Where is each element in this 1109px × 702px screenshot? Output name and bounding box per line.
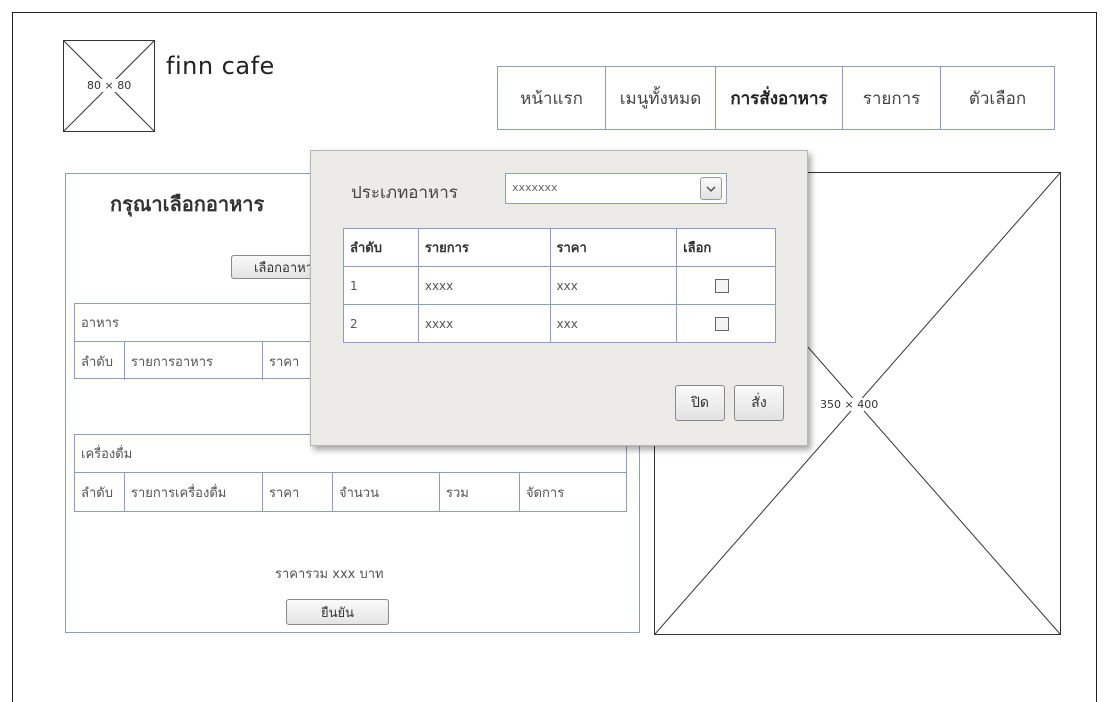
drink-col-price: ราคา (263, 473, 333, 511)
checkbox-icon[interactable] (715, 316, 730, 331)
table-row: 2 xxxx xxx (343, 304, 776, 343)
drink-col-no: ลำดับ (75, 473, 125, 511)
order-panel-title: กรุณาเลือกอาหาร (110, 192, 265, 216)
row-select-cell (676, 266, 776, 305)
table-row: 1 xxxx xxx (343, 266, 776, 305)
confirm-button[interactable]: ยืนยัน (286, 599, 389, 625)
drink-col-item: รายการเครื่องดื่ม (125, 473, 263, 511)
total-price: ราคารวม xxx บาท (275, 567, 384, 582)
close-button[interactable]: ปิด (675, 385, 725, 421)
checkbox-icon[interactable] (715, 278, 730, 293)
col-item: รายการ (417, 228, 551, 267)
col-no: ลำดับ (343, 228, 419, 267)
chevron-down-icon[interactable] (700, 177, 722, 200)
drink-col-sum: รวม (440, 473, 520, 511)
nav-item-order[interactable]: การสั่งอาหาร (716, 67, 843, 129)
order-button[interactable]: สั่ง (734, 385, 784, 421)
category-label: ประเภทอาหาร (351, 183, 458, 203)
nav-item-options[interactable]: ตัวเลือก (941, 67, 1054, 129)
row-price: xxx (549, 266, 678, 305)
main-nav: หน้าแรก เมนูทั้งหมด การสั่งอาหาร รายการ … (497, 66, 1055, 130)
drink-table-header: ลำดับ รายการเครื่องดื่ม ราคา จำนวน รวม จ… (75, 473, 626, 511)
col-select: เลือก (676, 228, 776, 267)
food-picker-modal: ประเภทอาหาร xxxxxxx ลำดับ รายการ ราคา เล… (310, 150, 808, 446)
drink-col-manage: จัดการ (526, 485, 565, 501)
table-header-row: ลำดับ รายการ ราคา เลือก (343, 228, 776, 267)
category-select-value: xxxxxxx (512, 181, 558, 194)
logo-image: 80 × 80 (63, 40, 155, 132)
food-col-no: ลำดับ (75, 342, 125, 380)
drink-col-qty: จำนวน (333, 473, 440, 511)
nav-item-home[interactable]: หน้าแรก (498, 67, 606, 129)
logo-placeholder-label: 80 × 80 (86, 79, 133, 92)
row-no: 1 (343, 266, 419, 305)
row-item: xxxx (417, 266, 551, 305)
category-select[interactable]: xxxxxxx (505, 173, 727, 204)
image-placeholder-label: 350 × 400 (819, 398, 880, 411)
food-col-item: รายการอาหาร (125, 342, 263, 380)
col-price: ราคา (549, 228, 678, 267)
row-price: xxx (549, 304, 678, 343)
row-item: xxxx (417, 304, 551, 343)
nav-item-all-menu[interactable]: เมนูทั้งหมด (606, 67, 716, 129)
brand-name: finn cafe (166, 52, 275, 80)
row-select-cell (676, 304, 776, 343)
food-picker-table: ลำดับ รายการ ราคา เลือก 1 xxxx xxx 2 xxx… (343, 228, 776, 343)
row-no: 2 (343, 304, 419, 343)
nav-item-list[interactable]: รายการ (843, 67, 941, 129)
